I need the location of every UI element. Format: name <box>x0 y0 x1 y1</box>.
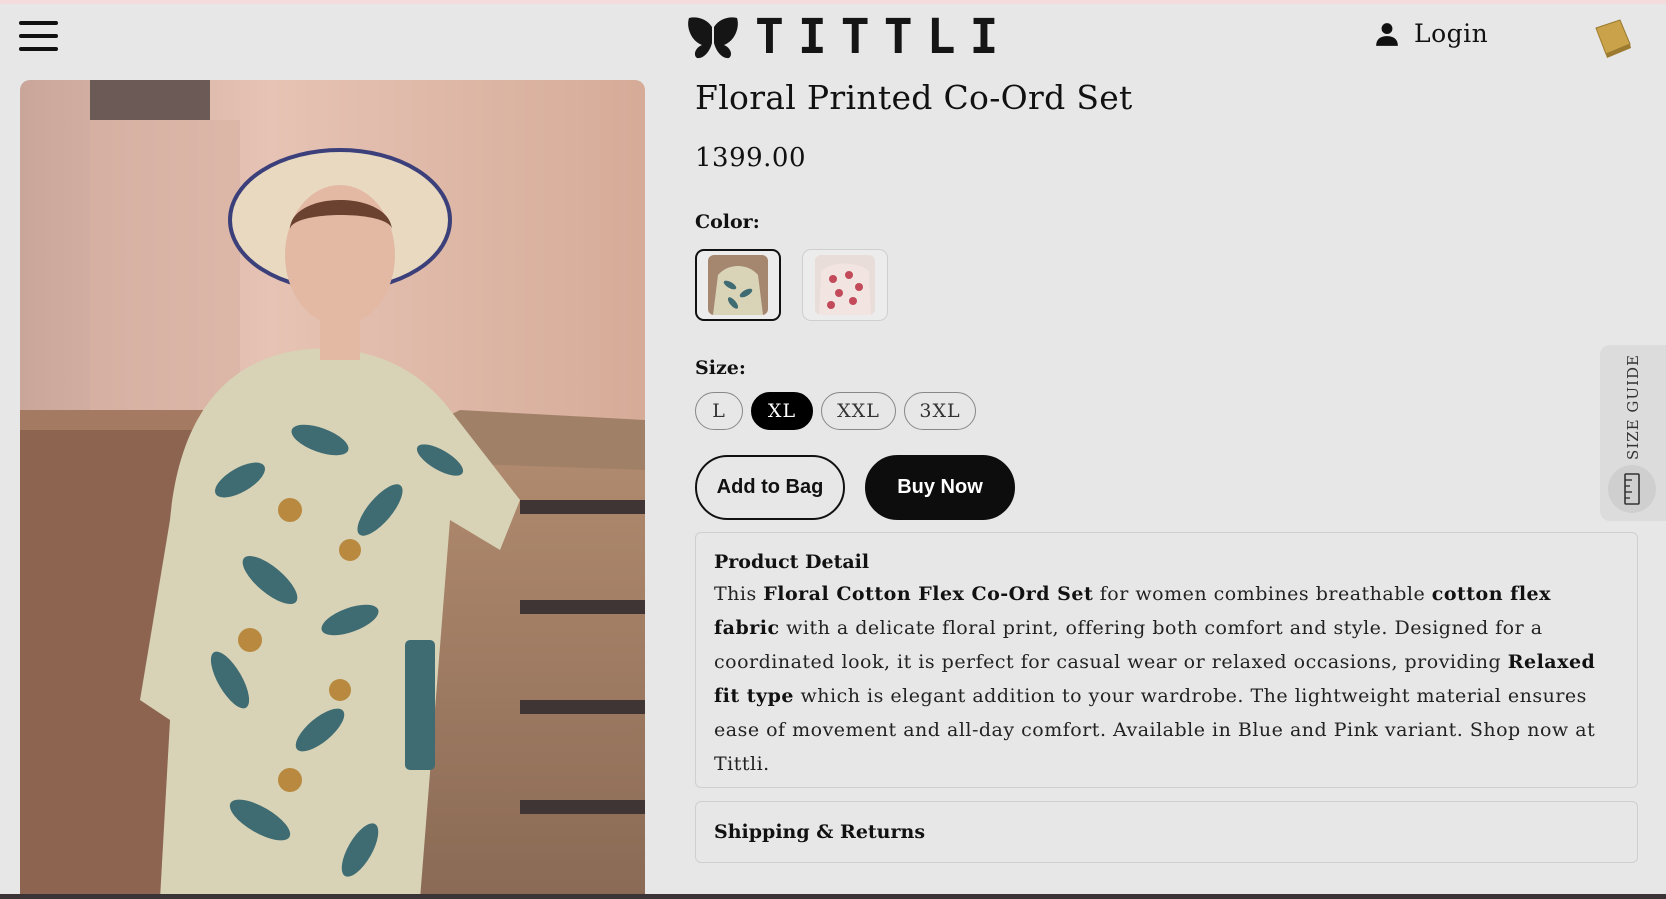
product-detail-panel: Product Detail This Floral Cotton Flex C… <box>695 532 1638 788</box>
size-option-3xl[interactable]: 3XL <box>904 392 976 430</box>
size-option-l[interactable]: L <box>695 392 743 430</box>
add-to-bag-button[interactable]: Add to Bag <box>695 455 845 520</box>
size-label: Size: <box>695 357 746 379</box>
login-button[interactable]: Login <box>1374 19 1488 48</box>
user-icon <box>1376 22 1398 46</box>
product-photo <box>20 80 645 899</box>
butterfly-logo-icon <box>688 17 738 59</box>
color-swatch-blue[interactable] <box>695 249 781 321</box>
login-label: Login <box>1414 19 1489 48</box>
shipping-returns-accordion[interactable]: Shipping & Returns <box>695 801 1638 863</box>
bottom-border <box>0 894 1666 899</box>
shopping-bag-icon[interactable] <box>1590 16 1634 60</box>
ruler-icon <box>1608 465 1656 513</box>
product-title: Floral Printed Co-Ord Set <box>695 78 1133 117</box>
shipping-returns-label: Shipping & Returns <box>714 821 926 843</box>
color-swatch-pink[interactable] <box>802 249 888 321</box>
color-thumb-blue <box>708 255 768 315</box>
product-detail-heading: Product Detail <box>714 551 870 573</box>
hamburger-menu-icon[interactable] <box>19 21 58 51</box>
size-guide-label: SIZE GUIDE <box>1624 354 1642 460</box>
product-price: 1399.00 <box>695 143 807 173</box>
size-option-xxl[interactable]: XXL <box>821 392 896 430</box>
product-detail-text: This Floral Cotton Flex Co-Ord Set for w… <box>714 583 1596 775</box>
buy-now-button[interactable]: Buy Now <box>865 455 1015 520</box>
product-image[interactable] <box>20 80 645 899</box>
brand-name: TITTLI <box>755 9 1013 65</box>
top-border <box>0 0 1666 4</box>
size-guide-tab[interactable]: SIZE GUIDE <box>1600 345 1666 521</box>
brand-logo[interactable]: TITTLI <box>685 12 1012 62</box>
color-label: Color: <box>695 211 760 233</box>
size-option-xl[interactable]: XL <box>751 392 813 430</box>
color-thumb-pink <box>815 255 875 315</box>
size-guide-text-wrap: SIZE GUIDE <box>1619 354 1647 460</box>
